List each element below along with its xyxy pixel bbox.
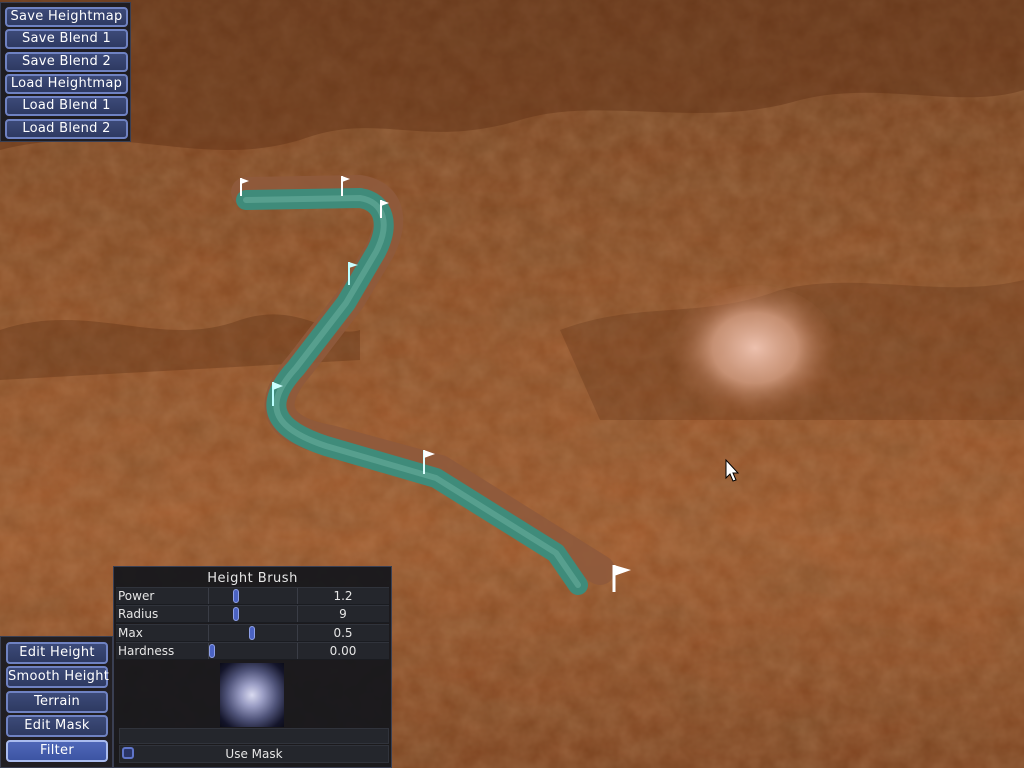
radius-slider-knob[interactable] xyxy=(233,607,239,621)
edit-mask-button[interactable]: Edit Mask xyxy=(6,715,108,737)
filter-button[interactable]: Filter xyxy=(6,740,108,762)
save-blend-2-button[interactable]: Save Blend 2 xyxy=(5,52,128,72)
use-mask-row[interactable]: Use Mask xyxy=(119,745,389,763)
hardness-label: Hardness xyxy=(118,644,175,658)
power-slider-knob[interactable] xyxy=(233,589,239,603)
brush-panel-title: Height Brush xyxy=(207,571,298,586)
use-mask-label[interactable]: Use Mask xyxy=(120,746,388,762)
radius-label: Radius xyxy=(118,607,159,621)
load-blend-2-button[interactable]: Load Blend 2 xyxy=(5,119,128,139)
edit-height-button[interactable]: Edit Height xyxy=(6,642,108,664)
max-slider-knob[interactable] xyxy=(249,626,255,640)
max-value[interactable]: 0.5 xyxy=(298,625,388,641)
max-slider[interactable] xyxy=(208,625,298,641)
save-heightmap-button[interactable]: Save Heightmap xyxy=(5,7,128,27)
max-slider-row: Max 0.5 xyxy=(116,624,389,642)
hardness-slider-row: Hardness 0.00 xyxy=(116,642,389,660)
load-heightmap-button[interactable]: Load Heightmap xyxy=(5,74,128,94)
brush-preview-image xyxy=(220,663,284,727)
mode-panel: Edit Height Smooth Height Terrain Edit M… xyxy=(0,636,113,768)
save-blend-1-button[interactable]: Save Blend 1 xyxy=(5,29,128,49)
hardness-slider-knob[interactable] xyxy=(209,644,215,658)
height-brush-panel: Height Brush Power 1.2 Radius 9 Max 0.5 … xyxy=(113,566,392,768)
power-slider-row: Power 1.2 xyxy=(116,587,389,605)
empty-field xyxy=(119,728,389,744)
smooth-height-button[interactable]: Smooth Height xyxy=(6,666,109,688)
hardness-value[interactable]: 0.00 xyxy=(298,643,388,659)
terrain-button[interactable]: Terrain xyxy=(6,691,108,713)
power-label: Power xyxy=(118,589,155,603)
raised-mound xyxy=(670,285,840,425)
max-label: Max xyxy=(118,626,143,640)
hardness-slider[interactable] xyxy=(208,643,298,659)
radius-slider[interactable] xyxy=(208,606,298,622)
load-blend-1-button[interactable]: Load Blend 1 xyxy=(5,96,128,116)
radius-slider-row: Radius 9 xyxy=(116,605,389,623)
file-panel: Save Heightmap Save Blend 1 Save Blend 2… xyxy=(0,2,131,142)
radius-value[interactable]: 9 xyxy=(298,606,388,622)
power-slider[interactable] xyxy=(208,588,298,604)
power-value[interactable]: 1.2 xyxy=(298,588,388,604)
